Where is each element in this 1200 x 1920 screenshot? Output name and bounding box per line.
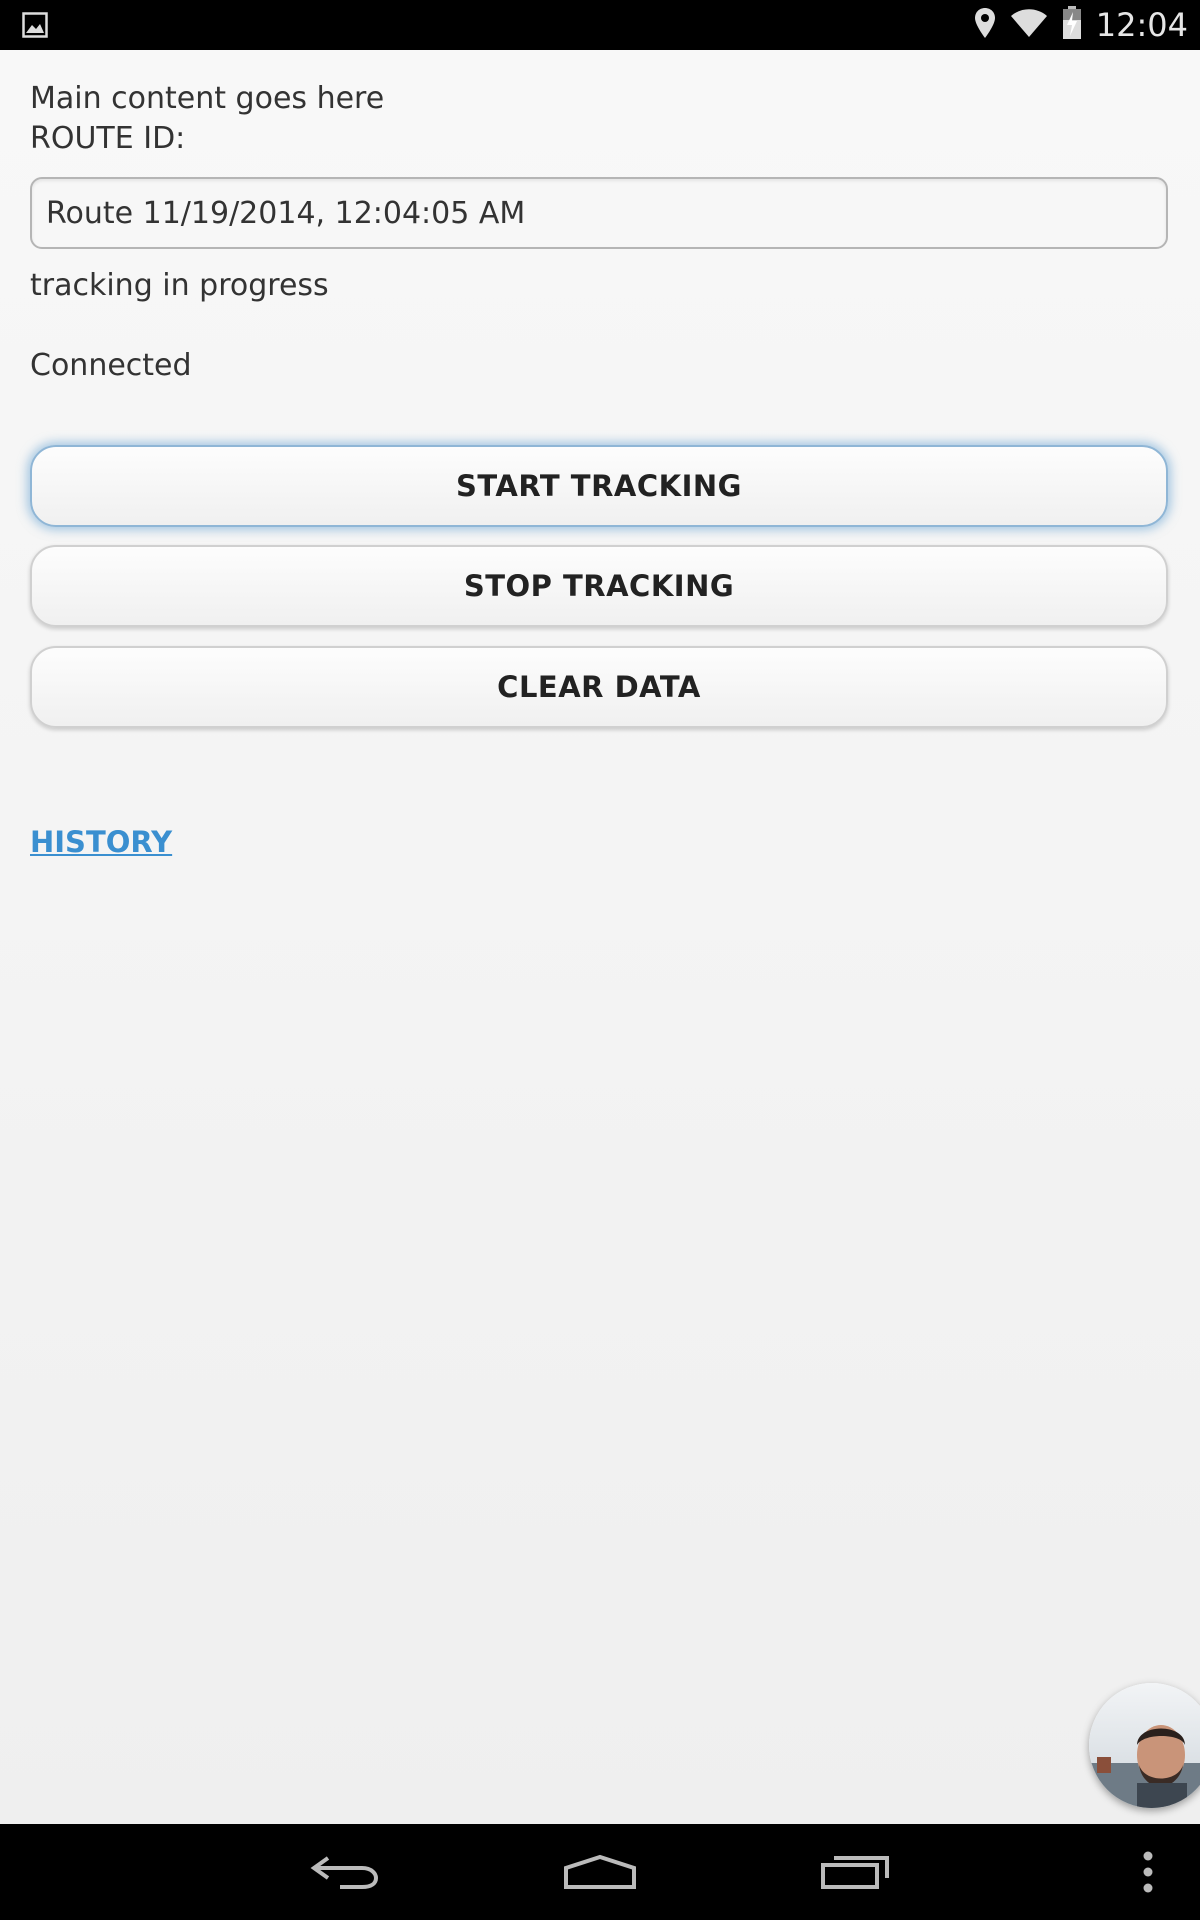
status-bar: 12:04	[0, 0, 1200, 50]
history-link[interactable]: HISTORY	[30, 825, 172, 859]
connection-status-text: Connected	[30, 348, 192, 383]
intro-text: Main content goes here	[30, 81, 385, 116]
battery-charging-icon	[1062, 5, 1082, 45]
main-content: Main content goes here ROUTE ID: trackin…	[0, 50, 1200, 1824]
back-button[interactable]	[300, 1824, 390, 1920]
start-tracking-button[interactable]: START TRACKING	[30, 445, 1168, 527]
recent-apps-icon	[821, 1856, 889, 1889]
home-button[interactable]	[555, 1824, 645, 1920]
overflow-menu-icon	[1143, 1851, 1153, 1893]
home-icon	[564, 1854, 636, 1889]
image-notification-icon	[22, 12, 48, 38]
route-id-label: ROUTE ID:	[30, 121, 186, 156]
status-clock: 12:04	[1095, 6, 1188, 44]
route-id-input[interactable]	[30, 177, 1168, 249]
stop-tracking-button[interactable]: STOP TRACKING	[30, 545, 1168, 627]
wifi-icon	[1010, 8, 1048, 43]
back-icon	[310, 1856, 379, 1889]
status-icons: 12:04	[974, 0, 1188, 50]
recent-apps-button[interactable]	[810, 1824, 900, 1920]
overflow-menu-button[interactable]	[1128, 1824, 1168, 1920]
location-icon	[974, 7, 996, 44]
clear-data-button[interactable]: CLEAR DATA	[30, 646, 1168, 728]
tracking-status-text: tracking in progress	[30, 268, 329, 303]
navigation-bar	[0, 1824, 1200, 1920]
